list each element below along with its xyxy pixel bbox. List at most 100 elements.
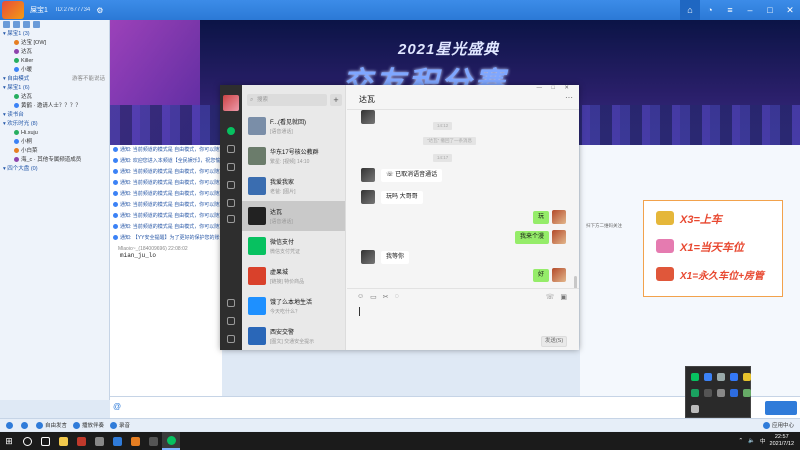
conversation-item[interactable]: 华东17号核公教群 繁星: [视频] 14:10 (242, 141, 345, 171)
tray-icon[interactable] (690, 405, 699, 413)
send-button[interactable]: 发送(S) (541, 336, 567, 347)
tray-icon[interactable] (729, 389, 738, 397)
close-icon[interactable]: ✕ (780, 0, 800, 20)
contact-avatar[interactable] (361, 250, 375, 264)
message-bubble[interactable]: 我来个漫 (515, 231, 550, 244)
channel-group[interactable]: ▾ 屎宝1 (3) (0, 30, 109, 39)
menu-icon[interactable]: ≡ (720, 0, 740, 20)
channel-member[interactable]: 小白菜 (0, 147, 109, 156)
channel-member[interactable]: 小桐 (0, 138, 109, 147)
my-message-avatar[interactable] (552, 230, 566, 244)
conversation-item[interactable]: F...(看见就回) [语音通话] (242, 111, 345, 141)
volume-icon[interactable]: 🔈 (748, 438, 755, 444)
windows-start-icon[interactable]: ⊞ (0, 432, 18, 450)
settings-menu-icon[interactable] (227, 335, 235, 343)
channel-group[interactable]: ▾ 欢乐时光 (8) (0, 120, 109, 129)
at-icon[interactable]: @ (113, 402, 121, 411)
tray-icon[interactable] (742, 373, 751, 381)
files-icon[interactable] (227, 181, 235, 189)
input-language[interactable]: 中 (760, 437, 766, 445)
video-call-icon[interactable]: ▣ (560, 293, 567, 301)
message-bubble[interactable]: ☏ 已取消语音通话 (381, 169, 443, 182)
tool-accompany[interactable]: 播放伴奏 (73, 421, 104, 429)
tool-record[interactable]: 录音 (110, 421, 130, 429)
app-icon[interactable] (72, 432, 90, 450)
channel-member[interactable]: 黄鹤 · 邀请人士？？？？ (0, 102, 109, 111)
search-input[interactable]: ⌕ 搜索 (247, 94, 327, 106)
channel-member[interactable]: Killer (0, 57, 109, 66)
contact-avatar[interactable] (361, 110, 375, 124)
tray-icon[interactable] (742, 389, 751, 397)
channel-member[interactable]: 达瓦 (0, 48, 109, 57)
contact-avatar[interactable] (361, 168, 375, 182)
search-icon[interactable] (18, 432, 36, 450)
conversation-item[interactable]: 微信支付 微信支付凭证 (242, 231, 345, 261)
channel-group[interactable]: ▾ 自由模式 游客不能说话 (0, 75, 109, 84)
skin-icon[interactable]: ◔ (700, 0, 720, 20)
tray-icon[interactable] (729, 373, 738, 381)
add-chat-button[interactable]: + (330, 94, 342, 106)
app-icon[interactable] (126, 432, 144, 450)
channel-member[interactable]: 达宝 [OW] (0, 39, 109, 48)
app-center-button[interactable]: 应用中心 (762, 421, 794, 429)
contacts-icon[interactable] (227, 145, 235, 153)
chat-history-icon[interactable]: ◌ (395, 293, 399, 301)
wechat-taskbar-icon[interactable] (162, 432, 180, 450)
tray-icon[interactable] (703, 373, 712, 381)
maximize-icon[interactable]: □ (760, 0, 780, 20)
tool-free-speak[interactable]: 自由发言 (36, 421, 67, 429)
conversation-item[interactable]: 饿了么本地生活 今天吃什么？ (242, 291, 345, 321)
app-icon[interactable] (108, 432, 126, 450)
favorites-icon[interactable] (227, 163, 235, 171)
tray-icon[interactable] (690, 389, 699, 397)
tray-overflow-icon[interactable]: ⌃ (739, 438, 744, 444)
channel-member[interactable]: 海_c · 其他专属频道成员 (0, 156, 109, 165)
user-icon[interactable] (3, 21, 10, 28)
scrollbar[interactable] (574, 276, 577, 288)
channel-member[interactable]: 达瓦 (0, 93, 109, 102)
more-icon[interactable]: ··· (565, 93, 573, 102)
settings-icon[interactable]: ⚙ (96, 6, 103, 15)
moments-icon[interactable] (227, 199, 235, 207)
my-avatar[interactable] (223, 95, 239, 111)
folder-icon[interactable] (33, 21, 40, 28)
file-icon[interactable]: ▭ (370, 293, 377, 301)
channel-member[interactable]: 小暖 (0, 66, 109, 75)
file-explorer-icon[interactable] (54, 432, 72, 450)
send-icon[interactable] (765, 401, 797, 415)
app-icon[interactable] (90, 432, 108, 450)
message-bubble[interactable]: 玩 (533, 211, 550, 224)
voice-call-icon[interactable]: ☏ (546, 293, 555, 301)
contact-avatar[interactable] (361, 190, 375, 204)
tray-icon[interactable] (716, 373, 725, 381)
window-controls[interactable]: — □ ✕ (537, 85, 574, 91)
conversation-item[interactable]: 虚果城 [链接] 特价商品 (242, 261, 345, 291)
my-message-avatar[interactable] (552, 210, 566, 224)
minimize-icon[interactable]: – (740, 0, 760, 20)
speaker-icon[interactable] (21, 421, 30, 429)
text-cursor[interactable] (359, 307, 360, 316)
conversation-item[interactable]: 达瓦 [语音通话] (242, 201, 345, 231)
channel-group[interactable]: ▾ 四个大盘 (0) (0, 165, 109, 174)
my-message-avatar[interactable] (552, 268, 566, 282)
channel-group[interactable]: ▾ 屎宝1 (6) (0, 84, 109, 93)
emoji-icon[interactable]: ☺ (357, 293, 364, 301)
message-bubble[interactable]: 好 (533, 269, 550, 282)
channel-member[interactable]: Hi.xuju (0, 129, 109, 138)
message-bubble[interactable]: 玩吗 大哥哥 (381, 191, 423, 204)
list-icon[interactable] (23, 21, 30, 28)
clock[interactable]: 22:57 2021/7/12 (770, 434, 794, 448)
mobile-icon[interactable] (227, 317, 235, 325)
star-icon[interactable] (13, 21, 20, 28)
miniprogram-icon[interactable] (227, 215, 235, 223)
tray-icon[interactable] (716, 389, 725, 397)
phone-icon[interactable] (227, 299, 235, 307)
task-view-icon[interactable] (36, 432, 54, 450)
message-bubble[interactable]: 我等你 (381, 251, 410, 264)
conversation-item[interactable]: 西安交警 [图文] 交通安全提示 (242, 321, 345, 350)
tray-icon[interactable] (703, 389, 712, 397)
conversation-item[interactable]: 我爱我家 老爸: [图片] (242, 171, 345, 201)
channel-group[interactable]: ▾ 读书台 (0, 111, 109, 120)
home-icon[interactable]: ⌂ (680, 0, 700, 20)
mic-icon[interactable] (6, 421, 15, 429)
